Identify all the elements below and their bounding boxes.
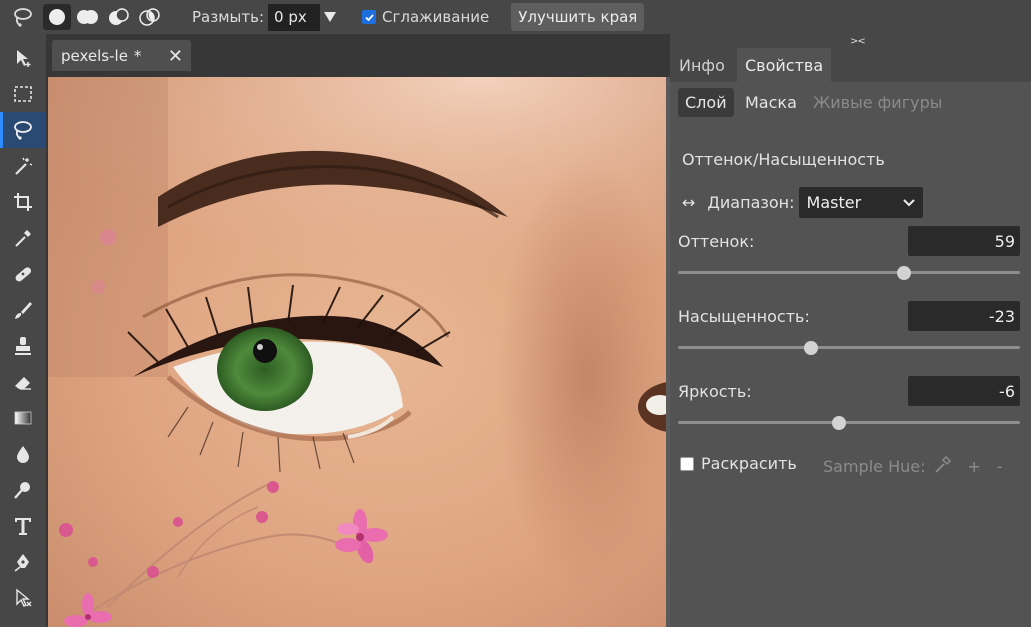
- colorize-option[interactable]: Раскрасить: [680, 454, 797, 473]
- tools-toolbar: [0, 34, 46, 627]
- blur-input[interactable]: 0 px: [268, 3, 321, 31]
- chevron-down-icon: [902, 198, 915, 206]
- sample-add-button[interactable]: +: [967, 457, 980, 476]
- hue-slider-thumb[interactable]: [896, 265, 911, 280]
- hue-label: Оттенок:: [678, 232, 755, 251]
- colorize-checkbox[interactable]: [680, 456, 694, 471]
- smoothing-label: Сглаживание: [382, 8, 490, 26]
- brush-icon[interactable]: [0, 292, 46, 328]
- properties-panel: >< Инфо Свойства Слой Маска Живые фигуры…: [670, 34, 1031, 627]
- close-tab-icon[interactable]: ✕: [168, 46, 183, 67]
- subtab-mask[interactable]: Маска: [738, 88, 804, 117]
- subtab-layer[interactable]: Слой: [678, 88, 734, 117]
- eraser-icon[interactable]: [0, 364, 46, 400]
- photo-editor-window: Размыть: 0 px Сглаживание Улучшить края: [0, 0, 1031, 627]
- healing-icon[interactable]: [0, 256, 46, 292]
- hue-slider[interactable]: [678, 265, 1020, 280]
- panel-tab-bar: >< Инфо Свойства: [670, 34, 1031, 82]
- colorize-label: Раскрасить: [701, 454, 797, 473]
- collapse-panel-icon[interactable]: ><: [850, 36, 866, 47]
- gradient-icon[interactable]: [0, 400, 46, 436]
- intersect-selection-button[interactable]: [136, 4, 164, 30]
- crop-icon[interactable]: [0, 184, 46, 220]
- marquee-tool-icon[interactable]: [0, 76, 46, 112]
- sample-hue-row: Sample Hue: + -: [823, 454, 1003, 478]
- lightness-slider-thumb[interactable]: [831, 415, 846, 430]
- dodge-icon[interactable]: [0, 472, 46, 508]
- range-select-value: Master: [806, 193, 862, 212]
- lightness-slider[interactable]: [678, 415, 1020, 430]
- subtab-live-shapes[interactable]: Живые фигуры: [806, 88, 949, 117]
- lasso-tool-icon[interactable]: [0, 112, 46, 148]
- eyedropper-icon[interactable]: [0, 220, 46, 256]
- refine-edge-button[interactable]: Улучшить края: [511, 3, 645, 31]
- tab-properties[interactable]: Свойства: [737, 48, 832, 82]
- range-select[interactable]: Master: [798, 187, 923, 218]
- range-arrow-icon: ↔: [682, 193, 696, 212]
- blur-label: Размыть:: [192, 8, 265, 26]
- blur-dropdown-icon[interactable]: [324, 12, 337, 22]
- text-icon[interactable]: [0, 508, 46, 544]
- range-row: ↔ Диапазон: Master: [682, 187, 923, 218]
- subtract-selection-button[interactable]: [105, 4, 133, 30]
- smoothing-option[interactable]: Сглаживание: [362, 8, 489, 26]
- section-title: Оттенок/Насыщенность: [682, 150, 885, 169]
- image-canvas[interactable]: [48, 77, 666, 627]
- tab-info[interactable]: Инфо: [671, 48, 733, 82]
- add-selection-button[interactable]: [74, 4, 102, 30]
- sample-eyedropper-icon[interactable]: [933, 454, 953, 478]
- document-area: pexels-le * ✕: [46, 34, 670, 627]
- saturation-slider-thumb[interactable]: [804, 340, 819, 355]
- magic-wand-icon[interactable]: [0, 148, 46, 184]
- sample-hue-label: Sample Hue:: [823, 456, 926, 476]
- hue-input[interactable]: 59: [908, 226, 1020, 256]
- path-select-icon[interactable]: [0, 580, 46, 616]
- stamp-icon[interactable]: [0, 328, 46, 364]
- options-bar: Размыть: 0 px Сглаживание Улучшить края: [0, 0, 1031, 34]
- saturation-slider[interactable]: [678, 340, 1020, 355]
- lasso-tool-icon[interactable]: [6, 2, 40, 32]
- saturation-input[interactable]: -23: [908, 301, 1020, 331]
- lightness-input[interactable]: -6: [908, 376, 1020, 406]
- document-modified-mark: *: [133, 46, 142, 65]
- blur-drop-icon[interactable]: [0, 436, 46, 472]
- new-selection-button[interactable]: [43, 4, 71, 30]
- document-tab[interactable]: pexels-le * ✕: [52, 40, 191, 71]
- lightness-label: Яркость:: [678, 382, 752, 401]
- document-tab-title: pexels-le: [61, 46, 128, 65]
- range-label: Диапазон:: [707, 193, 795, 212]
- move-tool-icon[interactable]: [0, 40, 46, 76]
- sample-remove-button[interactable]: -: [997, 457, 1003, 476]
- pen-icon[interactable]: [0, 544, 46, 580]
- photo-artwork: [48, 77, 666, 627]
- saturation-label: Насыщенность:: [678, 307, 810, 326]
- smoothing-checkbox[interactable]: [362, 10, 377, 24]
